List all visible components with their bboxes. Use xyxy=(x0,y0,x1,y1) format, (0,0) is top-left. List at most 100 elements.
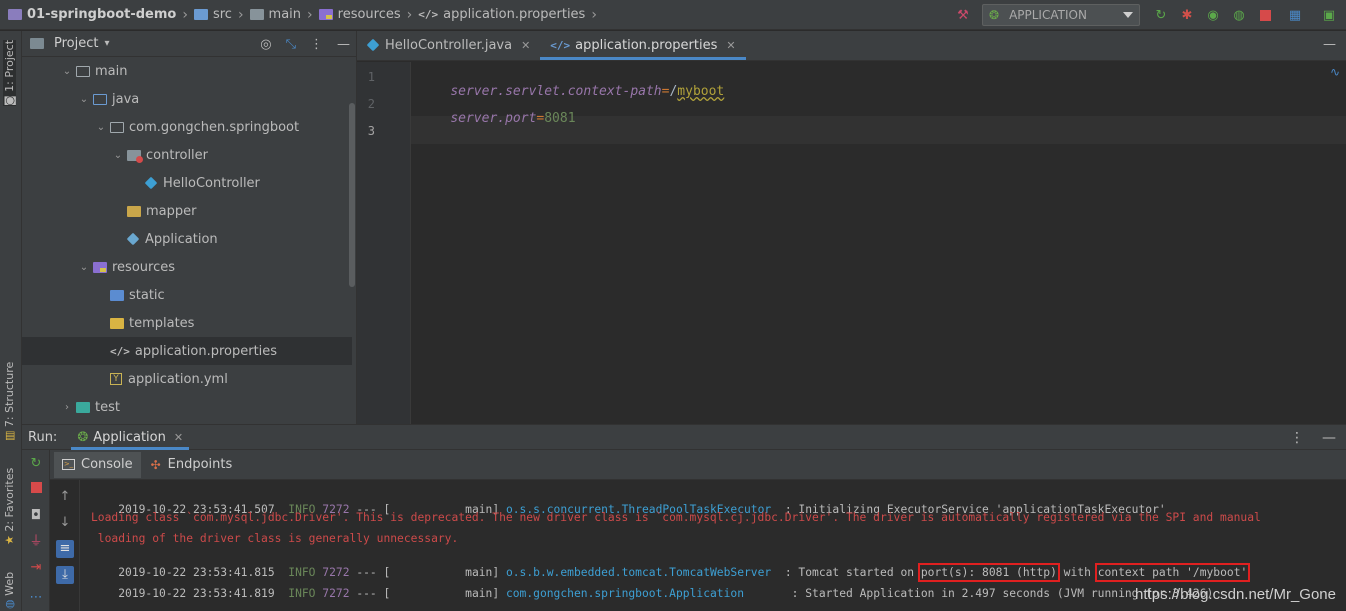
stop-icon[interactable] xyxy=(28,482,44,498)
tree-item-test[interactable]: › test xyxy=(22,393,352,421)
folder-icon xyxy=(249,9,264,20)
tree-item-package[interactable]: ⌄ com.gongchen.springboot xyxy=(22,113,352,141)
chevron-right-icon[interactable]: › xyxy=(62,402,72,413)
camera-icon[interactable]: ◘ xyxy=(28,508,44,524)
more-options-icon[interactable]: ⋮ xyxy=(1290,430,1304,446)
debug-icon[interactable]: ✱ xyxy=(1174,0,1200,30)
tree-item-application-properties[interactable]: </> application.properties xyxy=(22,337,352,365)
star-icon: ★ xyxy=(3,531,16,545)
spring-boot-icon: ❂ xyxy=(77,429,89,445)
terminal-icon[interactable]: ▣ xyxy=(1312,0,1346,30)
hide-panel-icon[interactable]: — xyxy=(337,37,350,52)
chevron-down-icon[interactable]: ⌄ xyxy=(96,122,106,133)
tab-console[interactable]: >_ Console xyxy=(54,451,141,478)
class-icon xyxy=(366,38,380,52)
chevron-down-icon[interactable]: ⌄ xyxy=(79,262,89,273)
breadcrumb-file[interactable]: </> application.properties xyxy=(414,0,589,30)
locate-target-icon[interactable]: ◎ xyxy=(260,37,271,52)
scroll-to-end-icon[interactable]: ⤓ xyxy=(56,566,74,584)
hide-panel-icon[interactable]: — xyxy=(1322,430,1336,446)
tab-favorites[interactable]: ★ 2: Favorites xyxy=(3,468,16,545)
rerun-icon[interactable]: ↻ xyxy=(28,456,44,472)
chevron-right-icon: › xyxy=(237,6,244,23)
tree-item-controller[interactable]: ⌄ controller xyxy=(22,141,352,169)
line-number: 3 xyxy=(367,124,375,138)
editor-gutter xyxy=(357,62,411,424)
chevron-down-icon[interactable]: ⌄ xyxy=(113,150,123,161)
resources-folder-icon xyxy=(318,9,333,20)
project-view-selector[interactable]: Project xyxy=(54,36,98,51)
close-icon[interactable]: ✕ xyxy=(174,431,183,444)
arrow-down-icon[interactable]: ↓ xyxy=(56,514,74,532)
more-icon[interactable]: ⋯ xyxy=(28,590,44,606)
properties-file-icon: </> xyxy=(550,38,571,52)
collapse-all-icon[interactable]: ⤡ xyxy=(286,37,296,52)
tab-application-properties[interactable]: </> application.properties ✕ xyxy=(540,30,746,60)
templates-folder-icon xyxy=(110,317,124,329)
run-panel-header: Run: ❂ Application ✕ ⋮ — xyxy=(22,424,1346,450)
tree-item-resources[interactable]: ⌄ resources xyxy=(22,253,352,281)
tree-scrollbar[interactable] xyxy=(349,103,355,287)
breadcrumb-resources[interactable]: resources xyxy=(315,0,405,30)
tree-item-java[interactable]: ⌄ java xyxy=(22,85,352,113)
stop-icon[interactable] xyxy=(1252,0,1278,30)
inspection-icon[interactable]: ∿ xyxy=(1330,65,1340,79)
editor-tab-bar: HelloController.java ✕ </> application.p… xyxy=(357,31,1346,61)
properties-file-icon: </> xyxy=(418,8,439,21)
chevron-right-icon: › xyxy=(307,6,313,23)
folder-icon xyxy=(30,38,44,49)
chevron-down-icon xyxy=(1123,12,1133,18)
console-icon: >_ xyxy=(62,459,75,470)
tab-hellocontroller[interactable]: HelloController.java ✕ xyxy=(357,30,540,60)
project-tool-window: Project ▾ ◎ ⤡ ⋮ — ⌄ main ⌄ java ⌄ com.go… xyxy=(22,31,357,424)
project-panel-header: Project ▾ ◎ ⤡ ⋮ — xyxy=(22,31,356,57)
more-tabs-icon[interactable]: — xyxy=(1323,37,1336,52)
breadcrumb-src[interactable]: src xyxy=(190,0,236,30)
tree-item-main[interactable]: ⌄ main xyxy=(22,57,352,85)
project-icon: ◙ xyxy=(3,91,16,106)
tree-item-static[interactable]: static xyxy=(22,281,352,309)
source-folder-icon xyxy=(93,93,107,105)
run-tab-application[interactable]: ❂ Application ✕ xyxy=(71,424,189,450)
tab-endpoints[interactable]: ✣ Endpoints xyxy=(141,452,241,478)
run-toolbar: ⚒ ❂ APPLICATION ↻ ✱ ◉ ◍ ▦ ▣ xyxy=(950,0,1346,30)
exit-icon[interactable]: ⇥ xyxy=(28,560,44,576)
more-options-icon[interactable]: ⋮ xyxy=(310,37,323,52)
properties-file-icon: </> xyxy=(110,344,130,358)
folder-icon xyxy=(76,65,90,77)
chevron-right-icon: › xyxy=(591,6,597,23)
chevron-down-icon[interactable]: ▾ xyxy=(104,38,109,49)
code-line[interactable]: server.port=8081 xyxy=(419,96,575,141)
build-hammer-icon[interactable]: ⚒ xyxy=(950,0,976,30)
close-icon[interactable]: ✕ xyxy=(521,39,530,52)
editor: HelloController.java ✕ </> application.p… xyxy=(357,31,1346,424)
resources-folder-icon xyxy=(93,261,107,273)
class-icon xyxy=(144,176,158,190)
chevron-down-icon[interactable]: ⌄ xyxy=(79,94,89,105)
tree-item-templates[interactable]: templates xyxy=(22,309,352,337)
tree-item-application-yml[interactable]: Y application.yml xyxy=(22,365,352,393)
run-side-toolbar: ↻ ◘ ⏚ ⇥ ⋯ xyxy=(22,450,50,611)
chevron-down-icon[interactable]: ⌄ xyxy=(62,66,72,77)
close-icon[interactable]: ✕ xyxy=(726,39,735,52)
project-structure-icon[interactable]: ▦ xyxy=(1278,0,1312,30)
tab-structure[interactable]: ▥ 7: Structure xyxy=(3,362,16,441)
tab-web[interactable]: ◍ Web xyxy=(3,572,16,609)
tab-project[interactable]: ◙ 1: Project xyxy=(3,39,16,106)
structure-icon: ▥ xyxy=(3,427,16,441)
arrow-up-icon[interactable]: ↑ xyxy=(56,488,74,506)
test-folder-icon xyxy=(76,401,90,413)
tree-item-mapper[interactable]: mapper xyxy=(22,197,352,225)
tree-item-application[interactable]: Application xyxy=(22,225,352,253)
coverage-icon[interactable]: ◉ xyxy=(1200,0,1226,30)
console-line: 2019-10-22 23:53:41.819 INFO 7272 --- [ … xyxy=(118,587,1214,600)
tree-item-hellocontroller[interactable]: HelloController xyxy=(22,169,352,197)
left-tool-stripe: ◙ 1: Project ▥ 7: Structure ★ 2: Favorit… xyxy=(0,31,22,611)
plug-icon[interactable]: ⏚ xyxy=(28,534,44,550)
breadcrumb-project[interactable]: 01-springboot-demo xyxy=(0,0,180,30)
breadcrumb-main[interactable]: main xyxy=(246,0,305,30)
soft-wrap-icon[interactable]: ≡ xyxy=(56,540,74,558)
profile-icon[interactable]: ◍ xyxy=(1226,0,1252,30)
run-configuration-selector[interactable]: ❂ APPLICATION xyxy=(982,4,1140,26)
rerun-icon[interactable]: ↻ xyxy=(1148,0,1174,30)
